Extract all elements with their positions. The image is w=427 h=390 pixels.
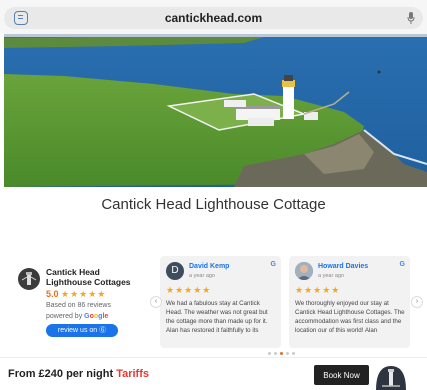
- carousel-dots: [268, 352, 302, 356]
- google-g-icon: Ⓖ: [99, 327, 107, 334]
- google-g-icon: G: [270, 261, 276, 268]
- review-text: We thoroughly enjoyed our stay at Cantic…: [295, 300, 405, 334]
- avatar: D: [166, 262, 184, 280]
- review-us-button[interactable]: review us on Ⓖ: [46, 324, 118, 337]
- browser-address-area: cantickhead.com: [0, 0, 427, 34]
- review-time: a year ago: [318, 273, 344, 279]
- carousel-dot[interactable]: [280, 352, 283, 355]
- rating-stars: ★★★★★: [61, 289, 107, 299]
- carousel-next-button[interactable]: ›: [411, 296, 423, 308]
- google-wordmark: Google: [84, 313, 109, 320]
- carousel-dot[interactable]: [274, 352, 277, 355]
- tariffs-link[interactable]: Tariffs: [116, 368, 149, 380]
- avatar: [295, 262, 313, 280]
- address-bar[interactable]: cantickhead.com: [4, 7, 423, 29]
- carousel-dot[interactable]: [292, 352, 295, 355]
- google-g-icon: G: [399, 261, 405, 268]
- powered-by-label: powered by: [46, 313, 83, 320]
- powered-by: powered by Google: [46, 313, 108, 320]
- reviewer-name[interactable]: David Kemp: [189, 263, 229, 270]
- business-name: Cantick Head Lighthouse Cottages: [46, 267, 131, 287]
- review-count: Based on 86 reviews: [46, 302, 111, 309]
- score-row: 5.0 ★★★★★: [46, 289, 106, 300]
- price-text: From £240 per night Tariffs: [8, 368, 149, 380]
- microphone-icon[interactable]: [407, 11, 415, 25]
- hero-image: [4, 34, 427, 187]
- review-card[interactable]: D David Kemp a year ago G ★★★★★ We had a…: [160, 256, 281, 348]
- book-now-button[interactable]: Book Now: [314, 365, 369, 385]
- rating-summary: Cantick Head Lighthouse Cottages 5.0 ★★★…: [18, 262, 146, 342]
- price-label: From £240 per night: [8, 368, 114, 380]
- page-title: Cantick Head Lighthouse Cottage: [101, 196, 326, 213]
- carousel-dot[interactable]: [268, 352, 271, 355]
- booking-bar: From £240 per night Tariffs Book Now: [0, 357, 427, 390]
- review-card[interactable]: Howard Davies a year ago G ★★★★★ We thor…: [289, 256, 410, 348]
- carousel-prev-button[interactable]: ‹: [150, 296, 162, 308]
- lighthouse-logo-icon[interactable]: [374, 362, 408, 390]
- reviewer-name[interactable]: Howard Davies: [318, 263, 368, 270]
- review-stars: ★★★★★: [166, 285, 212, 295]
- url-text[interactable]: cantickhead.com: [4, 11, 423, 25]
- rating-score: 5.0: [46, 289, 59, 299]
- review-stars: ★★★★★: [295, 285, 341, 295]
- review-text: We had a fabulous stay at Cantick Head. …: [166, 300, 268, 334]
- carousel-dot[interactable]: [286, 352, 289, 355]
- lighthouse-logo-icon: [18, 268, 40, 290]
- review-time: a year ago: [189, 273, 215, 279]
